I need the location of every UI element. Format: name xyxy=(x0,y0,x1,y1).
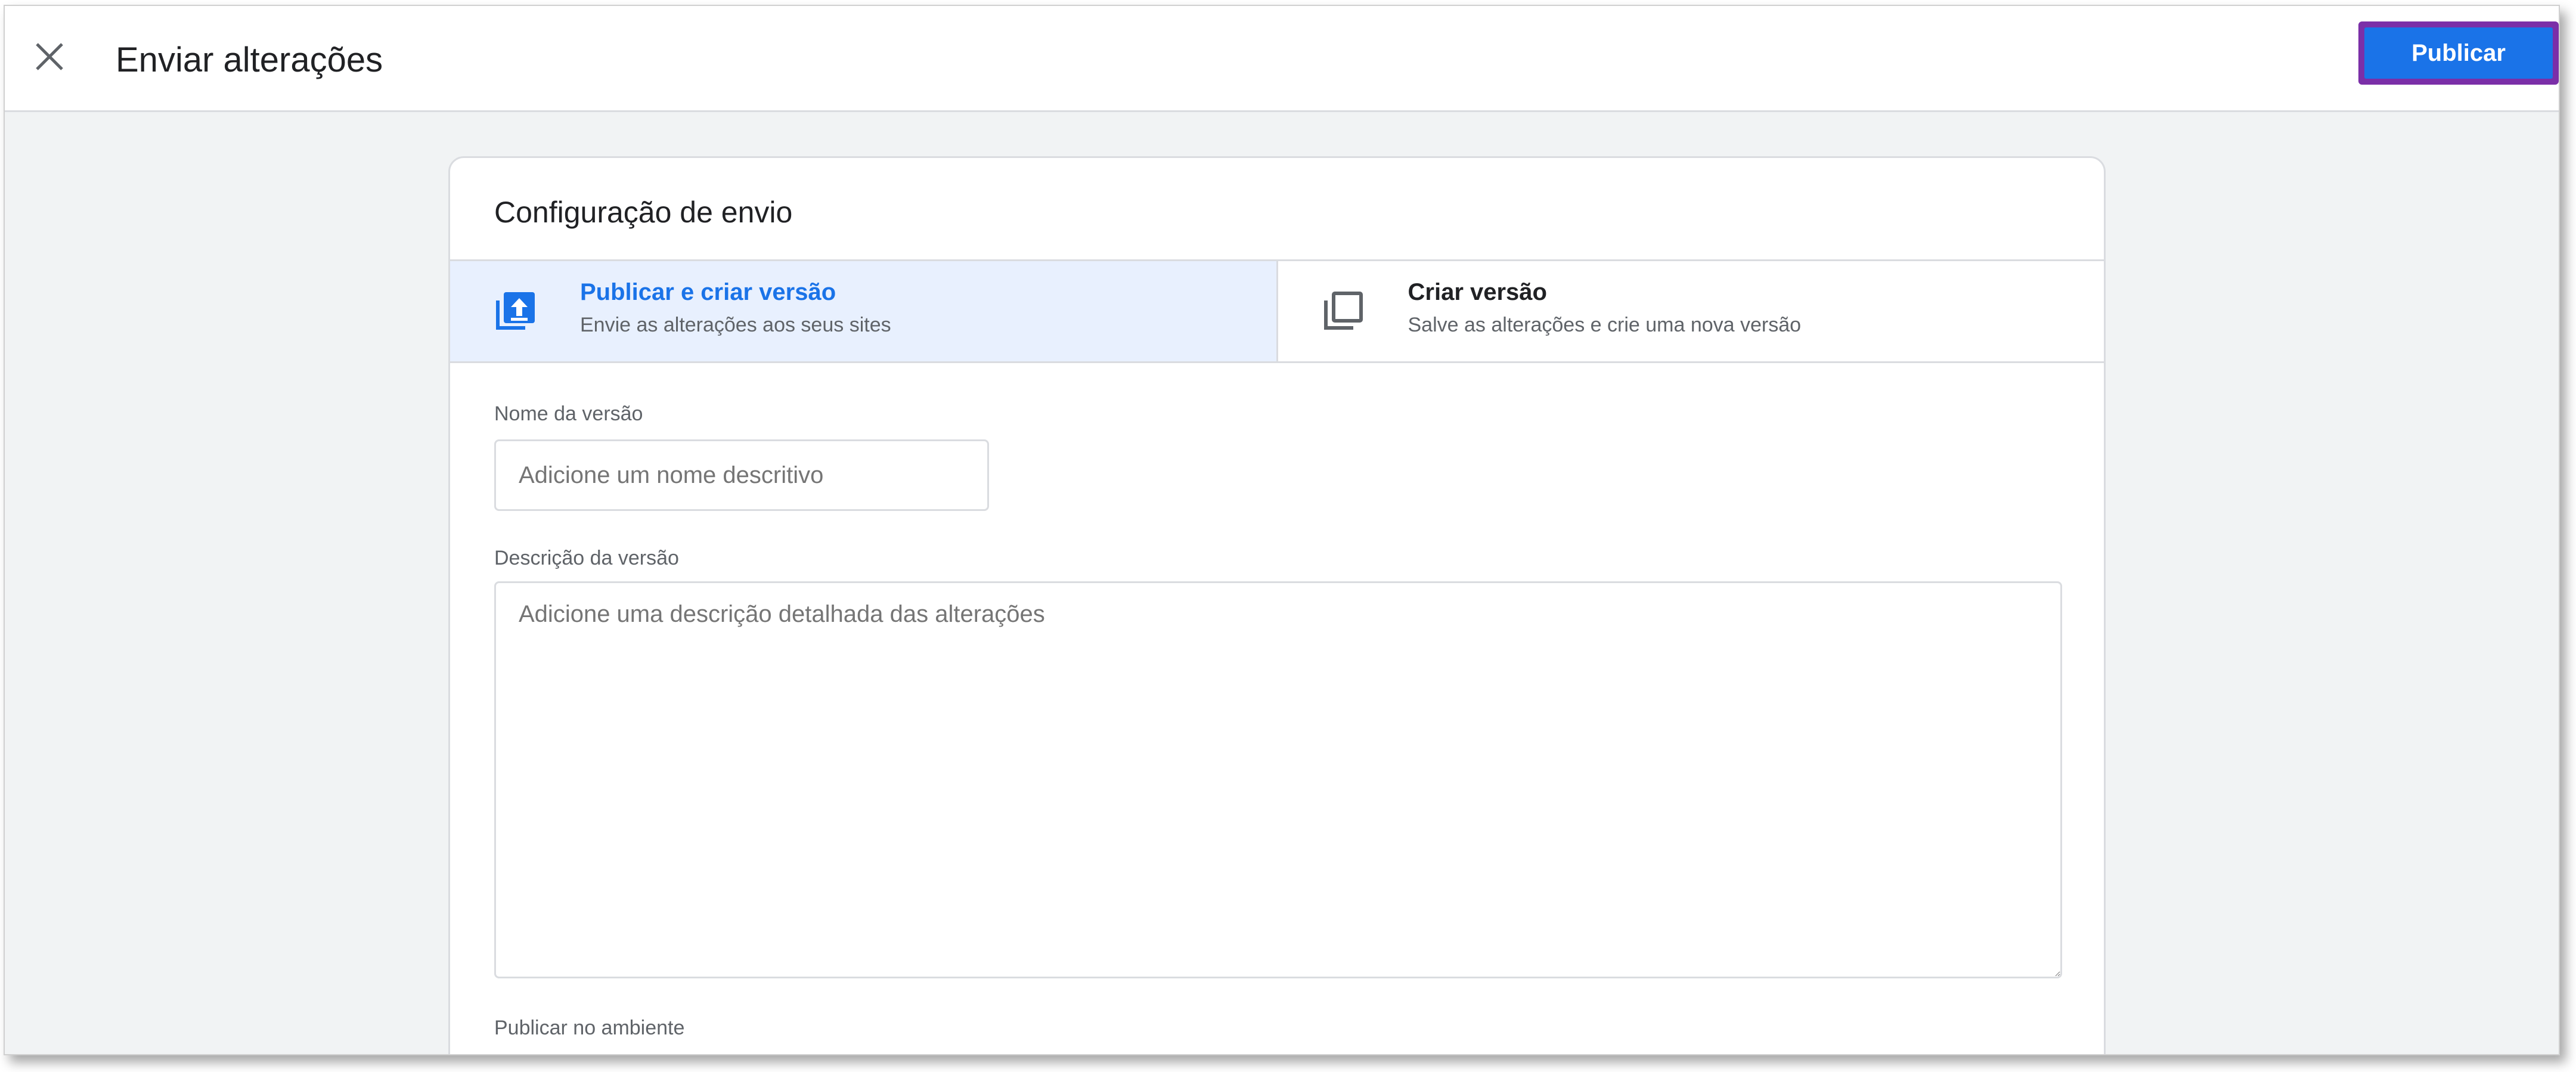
publish-environment-label: Publicar no ambiente xyxy=(494,1017,685,1039)
card-title: Configuração de envio xyxy=(494,196,793,229)
version-description-label: Descrição da versão xyxy=(494,547,679,569)
app-window: Enviar alterações Publicar Configuração … xyxy=(4,5,2560,1055)
option-subtitle: Salve as alterações e crie uma nova vers… xyxy=(1408,314,1802,336)
submission-options: Publicar e criar versão Envie as alteraç… xyxy=(450,259,2104,363)
close-icon[interactable] xyxy=(33,41,66,73)
page-title: Enviar alterações xyxy=(116,41,383,79)
option-create-version[interactable]: Criar versão Salve as alterações e crie … xyxy=(1278,261,2104,361)
option-publish-and-create-version[interactable]: Publicar e criar versão Envie as alteraç… xyxy=(450,261,1278,361)
top-bar: Enviar alterações Publicar xyxy=(5,6,2559,112)
submission-config-card: Configuração de envio Publicar e criar v… xyxy=(448,156,2106,1054)
version-name-input[interactable] xyxy=(494,439,989,511)
option-title: Publicar e criar versão xyxy=(580,279,836,305)
version-description-textarea[interactable] xyxy=(494,581,2062,978)
publish-button[interactable]: Publicar xyxy=(2364,27,2553,79)
publish-button-highlight: Publicar xyxy=(2358,21,2559,85)
option-title: Criar versão xyxy=(1408,279,1547,305)
publish-upload-icon xyxy=(493,289,537,333)
option-subtitle: Envie as alterações aos seus sites xyxy=(580,314,891,336)
version-name-label: Nome da versão xyxy=(494,402,643,425)
copy-version-icon xyxy=(1321,289,1365,333)
